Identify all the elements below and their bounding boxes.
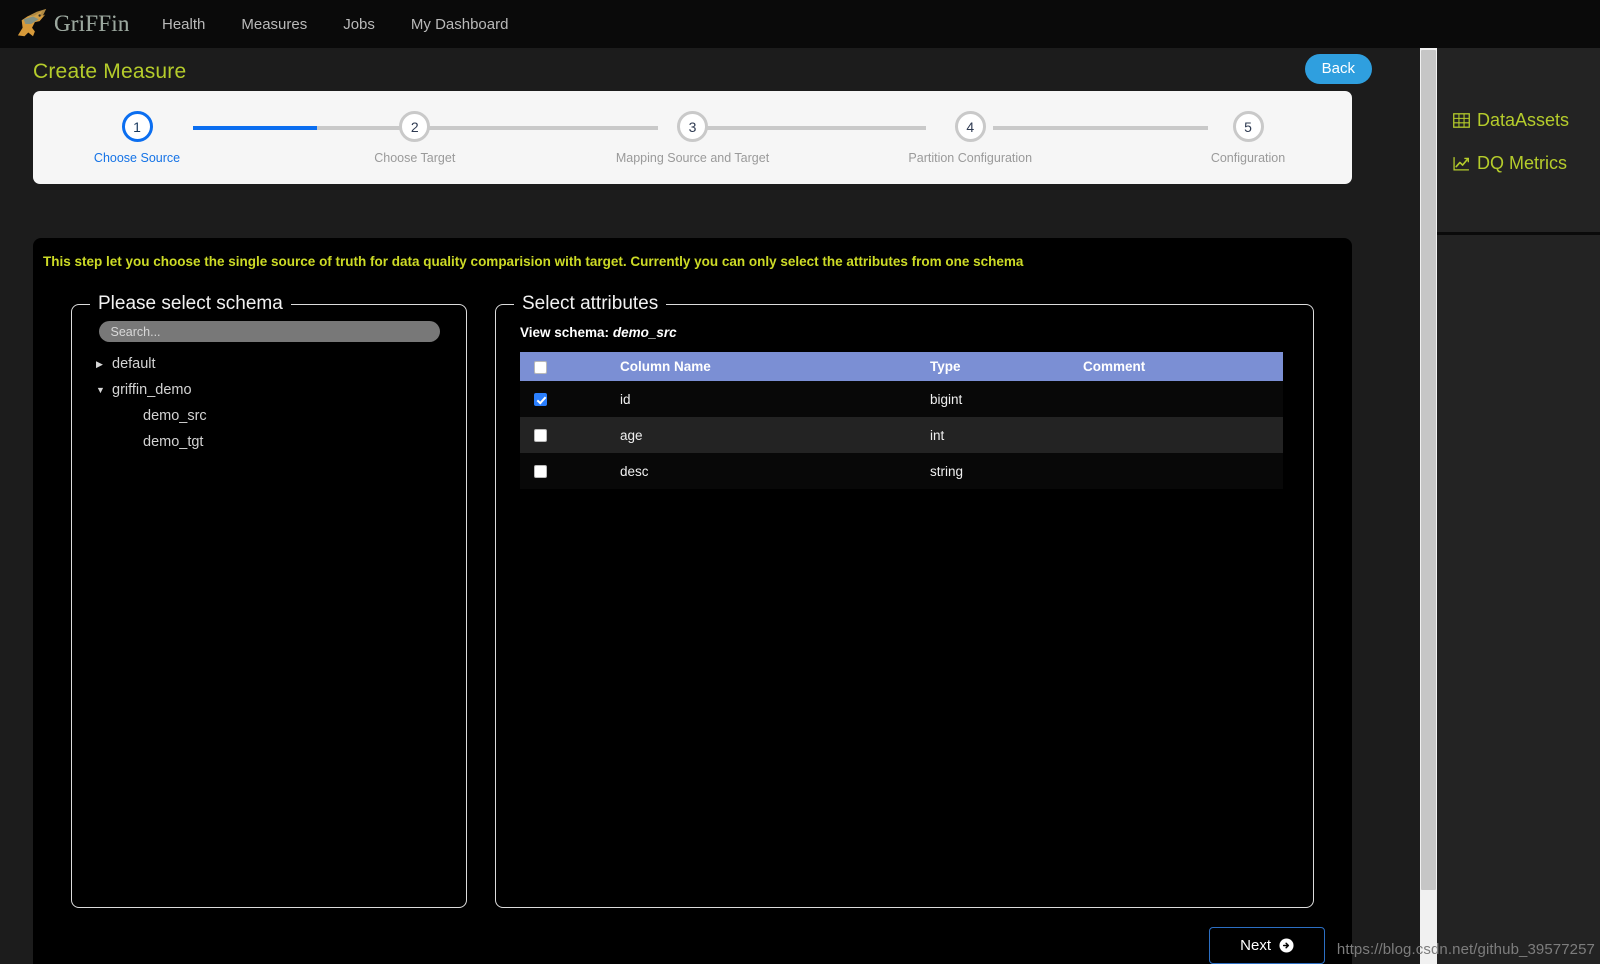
stepper-card: 1 Choose Source 2 Choose Target 3 Mappin… [33, 91, 1352, 184]
arrow-circle-right-icon [1279, 938, 1294, 953]
line-chart-icon [1453, 157, 1469, 171]
tree-node-default[interactable]: ▶ default [96, 351, 466, 377]
brand[interactable]: GriFFin [14, 4, 129, 44]
row-name-age: age [620, 417, 930, 453]
row-type-desc: string [930, 453, 1083, 489]
nav-links: Health Measures Jobs My Dashboard [162, 16, 508, 33]
right-sidebar: DataAssets DQ Metrics [1437, 48, 1600, 964]
chevron-down-icon[interactable]: ▼ [96, 385, 112, 395]
app-root: GriFFin Health Measures Jobs My Dashboar… [0, 0, 1600, 964]
select-all-checkbox[interactable] [534, 360, 547, 374]
nav-link-jobs[interactable]: Jobs [343, 16, 375, 33]
table-grid-icon [1453, 113, 1470, 128]
stepper: 1 Choose Source 2 Choose Target 3 Mappin… [33, 91, 1352, 184]
row-type-id: bigint [930, 381, 1083, 417]
step-5-label: Configuration [1210, 151, 1286, 165]
attributes-panel-legend: Select attributes [522, 293, 659, 314]
table-row[interactable]: age int [520, 417, 1283, 453]
main-column: Create Measure Back 1 Choose Source 2 Ch… [0, 48, 1420, 964]
header-select-all-cell [520, 352, 620, 381]
top-navbar: GriFFin Health Measures Jobs My Dashboar… [0, 0, 1600, 48]
header-type: Type [930, 352, 1083, 381]
step-4-label: Partition Configuration [908, 151, 1033, 165]
step-hint-text: This step let you choose the single sour… [43, 254, 1024, 269]
sidebar-item-dq-metrics[interactable]: DQ Metrics [1453, 153, 1600, 174]
view-schema-line: View schema: demo_src [520, 325, 1313, 340]
attributes-table: Column Name Type Comment id bigint age i… [520, 352, 1283, 489]
table-row[interactable]: desc string [520, 453, 1283, 489]
sidebar-item-dataassets-label: DataAssets [1477, 110, 1570, 130]
step-5-circle[interactable]: 5 [1232, 111, 1264, 142]
back-button[interactable]: Back [1304, 54, 1372, 84]
page-title: Create Measure [33, 60, 187, 83]
sidebar-item-dataassets[interactable]: DataAssets [1453, 110, 1600, 131]
row-name-id: id [620, 381, 930, 417]
watermark-text: https://blog.csdn.net/github_39577257 [1336, 941, 1595, 958]
tree-item-demo-src[interactable]: demo_src [96, 403, 466, 429]
brand-text: GriFFin [54, 11, 130, 36]
step-2-label: Choose Target [374, 151, 456, 165]
step-1-circle[interactable]: 1 [121, 111, 153, 142]
header-comment: Comment [1083, 352, 1283, 381]
row-checkbox-cell-age [520, 417, 620, 453]
step-connector-2-3 [441, 126, 658, 130]
view-schema-value: demo_src [612, 325, 677, 340]
row-comment-age [1083, 417, 1283, 453]
schema-panel-legend: Please select schema [98, 293, 283, 314]
row-checkbox-cell-id [520, 381, 620, 417]
schema-search-input[interactable] [98, 321, 440, 342]
nav-link-my-dashboard[interactable]: My Dashboard [411, 16, 509, 33]
row-checkbox-cell-desc [520, 453, 620, 489]
sidebar-divider [1437, 232, 1600, 235]
nav-link-measures[interactable]: Measures [241, 16, 307, 33]
schema-tree: ▶ default ▼ griffin_demo demo_src demo_t… [96, 351, 466, 455]
row-checkbox-id[interactable] [534, 393, 547, 407]
step-1-label: Choose Source [93, 151, 181, 165]
tree-item-demo-tgt[interactable]: demo_tgt [96, 429, 466, 455]
header-column-name: Column Name [620, 352, 930, 381]
step-connector-1-2 [193, 126, 317, 130]
step-connector-4-5 [993, 126, 1208, 130]
content-panel: This step let you choose the single sour… [33, 238, 1352, 964]
nav-link-health[interactable]: Health [162, 16, 205, 33]
chevron-right-icon[interactable]: ▶ [96, 359, 112, 370]
row-checkbox-age[interactable] [534, 429, 547, 443]
griffin-logo-icon [17, 8, 47, 37]
schema-selection-panel: Please select schema ▶ default ▼ griffin… [71, 293, 467, 908]
table-row[interactable]: id bigint [520, 381, 1283, 417]
step-3-circle[interactable]: 3 [677, 111, 708, 142]
row-comment-id [1083, 381, 1283, 417]
step-4-circle[interactable]: 4 [954, 111, 986, 142]
attributes-panel: Select attributes View schema: demo_src … [495, 293, 1314, 908]
next-button-label: Next [1240, 937, 1271, 954]
tree-node-griffin-demo-label: griffin_demo [112, 382, 192, 398]
sidebar-item-dq-metrics-label: DQ Metrics [1477, 153, 1567, 173]
view-schema-label: View schema: [520, 325, 610, 340]
row-checkbox-desc[interactable] [534, 465, 547, 479]
step-2-circle[interactable]: 2 [399, 111, 431, 142]
step-connector-3-4 [693, 126, 926, 130]
row-type-age: int [930, 417, 1083, 453]
tree-node-griffin-demo[interactable]: ▼ griffin_demo [96, 377, 466, 403]
row-comment-desc [1083, 453, 1283, 489]
table-header-row: Column Name Type Comment [520, 352, 1283, 381]
page-scrollbar-thumb[interactable] [1421, 50, 1436, 890]
row-name-desc: desc [620, 453, 930, 489]
next-button[interactable]: Next [1209, 927, 1325, 964]
tree-node-default-label: default [112, 356, 156, 372]
step-3-label: Mapping Source and Target [615, 151, 770, 165]
